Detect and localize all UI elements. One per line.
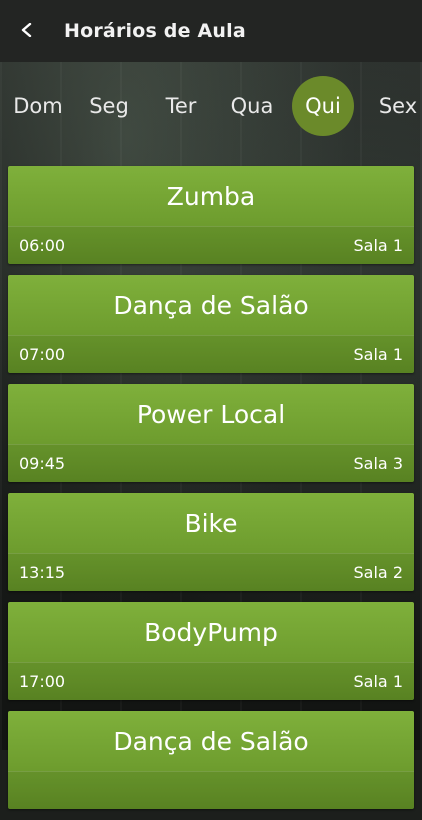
day-tab-dom[interactable]: Dom (10, 76, 66, 136)
class-time: 07:00 (19, 345, 66, 364)
back-button[interactable] (0, 0, 54, 62)
class-room: Sala 2 (353, 563, 403, 582)
class-card-footer (8, 771, 414, 809)
class-card[interactable]: BodyPump 17:00 Sala 1 (8, 602, 414, 700)
class-card-footer: 06:00 Sala 1 (8, 226, 414, 264)
day-tab-seg[interactable]: Seg (84, 76, 134, 136)
class-card[interactable]: Bike 13:15 Sala 2 (8, 493, 414, 591)
class-name: Zumba (166, 181, 256, 211)
class-room: Sala 1 (353, 672, 403, 691)
class-name: Dança de Salão (113, 726, 309, 756)
weekday-selector: Dom Seg Ter Qua Qui Sex (0, 74, 422, 140)
class-schedule-list: Zumba 06:00 Sala 1 Dança de Salão 07:00 … (8, 166, 414, 820)
class-card[interactable]: Dança de Salão 07:00 Sala 1 (8, 275, 414, 373)
day-tab-ter[interactable]: Ter (158, 76, 204, 136)
chevron-left-icon (20, 22, 34, 41)
class-time: 13:15 (19, 563, 66, 582)
day-tab-qua[interactable]: Qua (226, 76, 278, 136)
class-card-footer: 13:15 Sala 2 (8, 553, 414, 591)
class-card[interactable]: Zumba 06:00 Sala 1 (8, 166, 414, 264)
class-card[interactable]: Dança de Salão (8, 711, 414, 809)
class-room: Sala 3 (353, 454, 403, 473)
class-room: Sala 1 (353, 236, 403, 255)
class-name: Power Local (136, 399, 286, 429)
app-header: Horários de Aula (0, 0, 422, 62)
class-card-footer: 07:00 Sala 1 (8, 335, 414, 373)
class-card-footer: 17:00 Sala 1 (8, 662, 414, 700)
class-card[interactable]: Power Local 09:45 Sala 3 (8, 384, 414, 482)
class-time: 06:00 (19, 236, 66, 255)
class-name: Dança de Salão (113, 290, 309, 320)
class-name: BodyPump (144, 617, 278, 647)
class-time: 17:00 (19, 672, 66, 691)
class-name: Bike (184, 508, 238, 538)
page-title: Horários de Aula (64, 20, 246, 42)
day-tab-qui[interactable]: Qui (292, 76, 354, 136)
class-room: Sala 1 (353, 345, 403, 364)
class-time: 09:45 (19, 454, 66, 473)
class-card-footer: 09:45 Sala 3 (8, 444, 414, 482)
day-tab-sex[interactable]: Sex (374, 76, 422, 136)
